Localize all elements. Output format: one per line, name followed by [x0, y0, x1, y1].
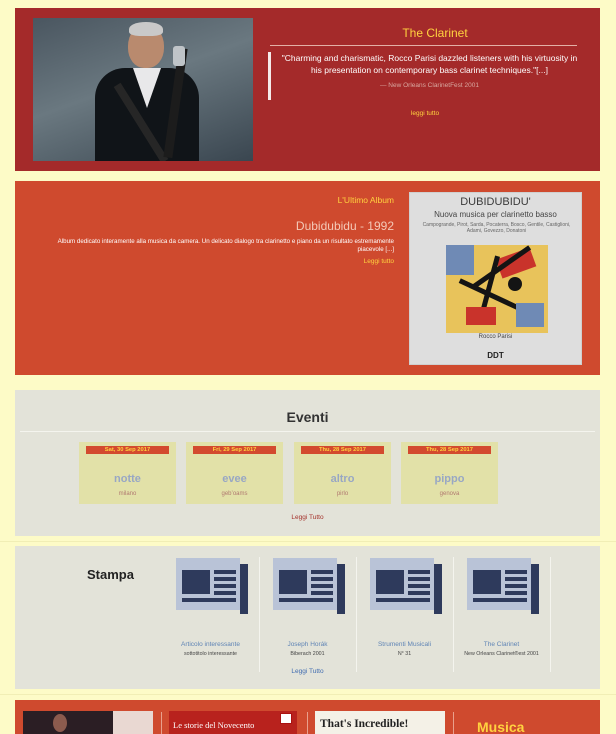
rocco-parisi-photo — [33, 18, 253, 161]
events-divider — [20, 431, 595, 432]
event-name[interactable]: notte — [79, 473, 176, 485]
album-section-label: L'Ultimo Album — [337, 195, 394, 205]
review-quote: "Charming and charismatic, Rocco Parisi … — [268, 52, 578, 100]
event-card[interactable]: Fri, 29 Sep 2017 evee gebʼoams — [186, 442, 283, 504]
event-name[interactable]: altro — [294, 473, 391, 485]
event-date: Sat, 30 Sep 2017 — [86, 446, 169, 454]
cover-title: DUBIDUBIDU' — [460, 196, 531, 208]
event-card[interactable]: Thu, 28 Sep 2017 altro pirlo — [294, 442, 391, 504]
press-title: Stampa — [87, 567, 134, 582]
music-thumbnail[interactable]: That's Incredible! — [315, 711, 445, 734]
album-section: L'Ultimo Album Dubidubidu - 1992 Album d… — [15, 181, 600, 375]
music-thumbnail[interactable] — [23, 711, 153, 734]
newspaper-icon — [467, 558, 539, 614]
press-item-subtitle: Biberach 2001 — [290, 651, 325, 657]
title-divider — [270, 45, 577, 46]
event-date: Thu, 28 Sep 2017 — [301, 446, 384, 454]
press-item[interactable]: Strumenti Musicali N° 31 — [356, 554, 454, 672]
event-place: genova — [439, 491, 460, 497]
thumbnail-caption: Le storie del Novecento — [173, 720, 255, 730]
event-name[interactable]: evee — [186, 473, 283, 485]
press-item-title[interactable]: The Clarinet — [453, 641, 550, 648]
event-place: milano — [118, 491, 137, 497]
press-section: Stampa Articolo interessante sottotitolo… — [15, 546, 600, 689]
cover-composers: Campogrande, Pirot, Sarda, Pocaterra, Bo… — [422, 222, 571, 234]
cover-artist: Rocco Parisi — [478, 334, 513, 340]
press-item-title[interactable]: Articolo interessante — [162, 641, 259, 648]
events-section: Eventi Sat, 30 Sep 2017 notte milano Fri… — [15, 390, 600, 536]
event-card[interactable]: Sat, 30 Sep 2017 notte milano — [79, 442, 176, 504]
cover-artwork — [446, 245, 548, 333]
press-item-title[interactable]: Joseph Horák — [259, 641, 356, 648]
album-cover-image[interactable]: DUBIDUBIDU' Nuova musica per clarinetto … — [409, 192, 582, 365]
newspaper-icon — [273, 558, 345, 614]
event-date: Fri, 29 Sep 2017 — [193, 446, 276, 454]
events-title: Eventi — [286, 409, 329, 425]
event-date: Thu, 28 Sep 2017 — [408, 446, 491, 454]
music-title: Musica — [477, 719, 525, 734]
album-description: Album dedicato interamente alla musica d… — [57, 238, 394, 253]
quote-source: — New Orleans ClarinetFest 2001 — [380, 82, 479, 89]
press-item-title[interactable]: Strumenti Musicali — [356, 641, 453, 648]
press-item[interactable]: Articolo interessante sottotitolo intere… — [162, 554, 260, 672]
press-read-all-link[interactable]: Leggi Tutto — [15, 668, 600, 675]
event-card[interactable]: Thu, 28 Sep 2017 pippo genova — [401, 442, 498, 504]
cover-subtitle: Nuova musica per clarinetto basso — [434, 210, 557, 219]
newspaper-icon — [370, 558, 442, 614]
press-item-subtitle: sottotitolo interessante — [184, 651, 237, 657]
press-item[interactable]: The Clarinet New Orleans Clarinet®est 20… — [453, 554, 551, 672]
press-item-subtitle: N° 31 — [397, 651, 412, 657]
press-item[interactable]: Joseph Horák Biberach 2001 — [259, 554, 357, 672]
clarinet-title: The Clarinet — [402, 26, 468, 40]
crest-icon — [280, 713, 292, 724]
music-thumbnail[interactable]: Le storie del Novecento — [169, 711, 297, 734]
thumbnail-caption: That's Incredible! — [320, 718, 409, 730]
cover-label-logo: DDT — [487, 351, 504, 360]
event-name[interactable]: pippo — [401, 473, 498, 485]
clarinet-section: The Clarinet "Charming and charismatic, … — [15, 8, 600, 171]
press-item-subtitle: New Orleans Clarinet®est 2001 — [464, 651, 539, 657]
quote-text: "Charming and charismatic, Rocco Parisi … — [281, 53, 578, 75]
event-place: gebʼoams — [221, 491, 248, 497]
newspaper-icon — [176, 558, 248, 614]
event-place: pirlo — [336, 491, 349, 497]
events-read-all-link[interactable]: Leggi Tutto — [15, 514, 600, 521]
music-section: Le storie del Novecento That's Incredibl… — [15, 700, 600, 734]
clarinet-read-more-link[interactable]: leggi tutto — [270, 110, 580, 117]
album-read-more-link[interactable]: Leggi tutto — [364, 258, 394, 265]
album-title[interactable]: Dubidubidu - 1992 — [296, 219, 394, 233]
